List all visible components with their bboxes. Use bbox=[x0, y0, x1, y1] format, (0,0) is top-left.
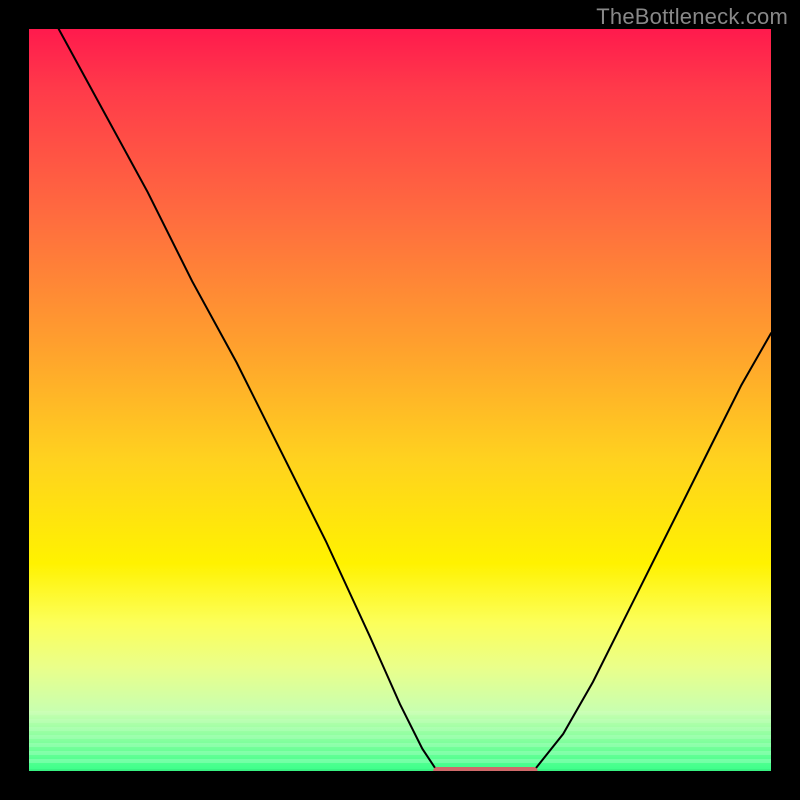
chart-frame: TheBottleneck.com bbox=[0, 0, 800, 800]
series-group bbox=[59, 29, 771, 771]
series-right-curve bbox=[534, 333, 771, 771]
chart-curves bbox=[29, 29, 771, 771]
watermark-text: TheBottleneck.com bbox=[596, 4, 788, 30]
plot-area bbox=[29, 29, 771, 771]
series-left-curve bbox=[59, 29, 437, 771]
